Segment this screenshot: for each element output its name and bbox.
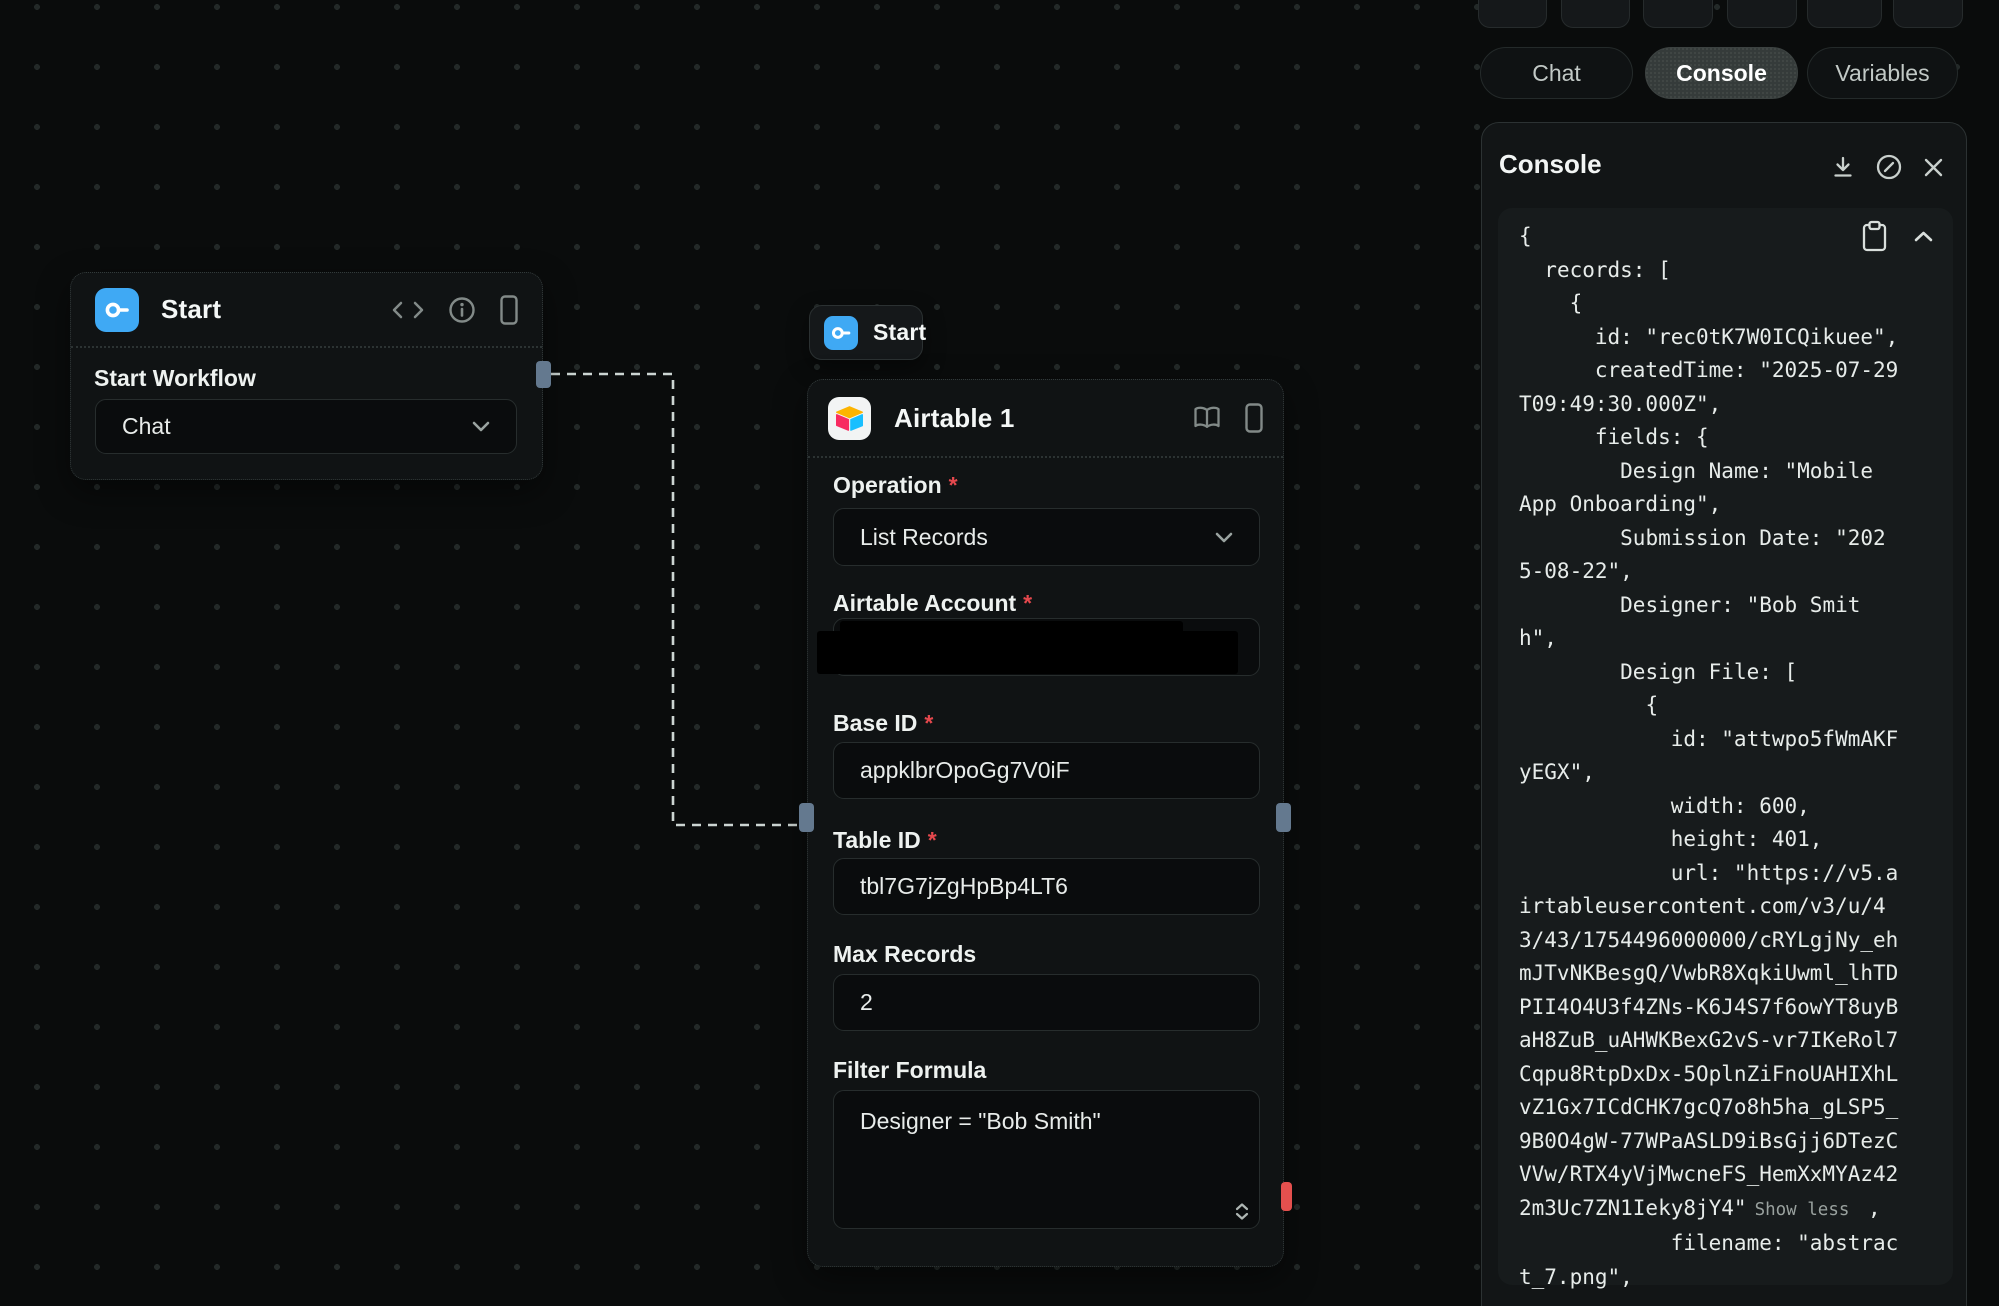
toolbar-button-2[interactable]	[1561, 0, 1630, 28]
console-json-output: { records: [ { id: "rec0tK7W0ICQikuee", …	[1519, 220, 1898, 1294]
filter-formula-label: Filter Formula	[833, 1057, 986, 1084]
start-key-icon	[95, 288, 139, 332]
start-workflow-label: Start Workflow	[94, 365, 256, 392]
divider	[808, 456, 1283, 458]
airtable-output-handle[interactable]	[1276, 803, 1291, 832]
toolbar-button-6[interactable]	[1893, 0, 1963, 28]
toolbar-button-4[interactable]	[1727, 0, 1797, 28]
required-asterisk: *	[928, 827, 937, 853]
input-value: 2	[860, 989, 873, 1016]
tab-label: Console	[1676, 60, 1767, 87]
airtable-node[interactable]: Airtable 1 Operation* List Records	[807, 379, 1284, 1267]
operation-label: Operation*	[833, 472, 958, 499]
mini-start-node[interactable]: Start	[809, 305, 923, 360]
start-workflow-select[interactable]: Chat	[95, 399, 517, 454]
tab-label: Variables	[1835, 60, 1929, 87]
airtable-logo-icon	[828, 397, 871, 440]
close-icon[interactable]	[1923, 157, 1944, 178]
required-asterisk: *	[924, 710, 933, 736]
console-panel: Console	[1481, 122, 1967, 1306]
book-icon[interactable]	[1193, 406, 1221, 430]
collapse-icon[interactable]	[1914, 231, 1933, 242]
workflow-canvas[interactable]: Start Start Workflow Chat	[0, 0, 1999, 1306]
tab-chat[interactable]: Chat	[1480, 47, 1633, 99]
textarea-value: Designer = "Bob Smith"	[860, 1108, 1101, 1135]
base-id-label: Base ID*	[833, 710, 933, 737]
tab-variables[interactable]: Variables	[1807, 47, 1958, 99]
resize-handle-icon[interactable]	[1235, 1203, 1249, 1220]
airtable-account-label: Airtable Account*	[833, 590, 1032, 617]
max-records-input[interactable]: 2	[833, 974, 1260, 1031]
toolbar-button-3[interactable]	[1643, 0, 1713, 28]
start-key-icon	[824, 316, 858, 350]
divider	[71, 346, 542, 348]
json-text: { records: [ { id: "rec0tK7W0ICQikuee", …	[1519, 224, 1898, 1220]
phone-icon[interactable]	[1245, 403, 1263, 433]
node-title: Start	[873, 319, 926, 346]
info-icon[interactable]	[448, 296, 476, 324]
toolbar-button-1[interactable]	[1478, 0, 1547, 28]
required-asterisk: *	[949, 472, 958, 498]
input-value: appklbrOpoGg7V0iF	[860, 757, 1070, 784]
download-icon[interactable]	[1831, 155, 1855, 179]
airtable-input-handle[interactable]	[799, 803, 814, 832]
airtable-error-handle[interactable]	[1281, 1182, 1292, 1211]
filter-formula-textarea[interactable]: Designer = "Bob Smith"	[833, 1090, 1260, 1229]
max-records-label: Max Records	[833, 941, 976, 968]
select-value: List Records	[860, 524, 988, 551]
redaction-overlay	[840, 621, 1183, 637]
redaction-overlay	[817, 631, 1238, 674]
chevron-down-icon	[472, 421, 490, 432]
start-node[interactable]: Start Start Workflow Chat	[70, 272, 543, 480]
input-value: tbl7G7jZgHpBp4LT6	[860, 873, 1068, 900]
node-title: Start	[161, 294, 221, 325]
operation-select[interactable]: List Records	[833, 508, 1260, 566]
required-asterisk: *	[1023, 590, 1032, 616]
base-id-input[interactable]: appklbrOpoGg7V0iF	[833, 742, 1260, 799]
table-id-label: Table ID*	[833, 827, 937, 854]
console-title: Console	[1499, 149, 1602, 180]
tab-console[interactable]: Console	[1645, 47, 1798, 99]
start-output-handle[interactable]	[536, 361, 551, 388]
clear-icon[interactable]	[1876, 154, 1902, 180]
show-less-link[interactable]: Show less	[1755, 1200, 1850, 1220]
code-icon[interactable]	[392, 301, 424, 319]
chevron-down-icon	[1215, 532, 1233, 543]
phone-icon[interactable]	[500, 295, 518, 325]
select-value: Chat	[122, 413, 171, 440]
node-title: Airtable 1	[894, 403, 1015, 434]
toolbar-button-5[interactable]	[1807, 0, 1882, 28]
table-id-input[interactable]: tbl7G7jZgHpBp4LT6	[833, 858, 1260, 915]
tab-label: Chat	[1532, 60, 1581, 87]
console-output-card[interactable]: { records: [ { id: "rec0tK7W0ICQikuee", …	[1498, 208, 1953, 1285]
